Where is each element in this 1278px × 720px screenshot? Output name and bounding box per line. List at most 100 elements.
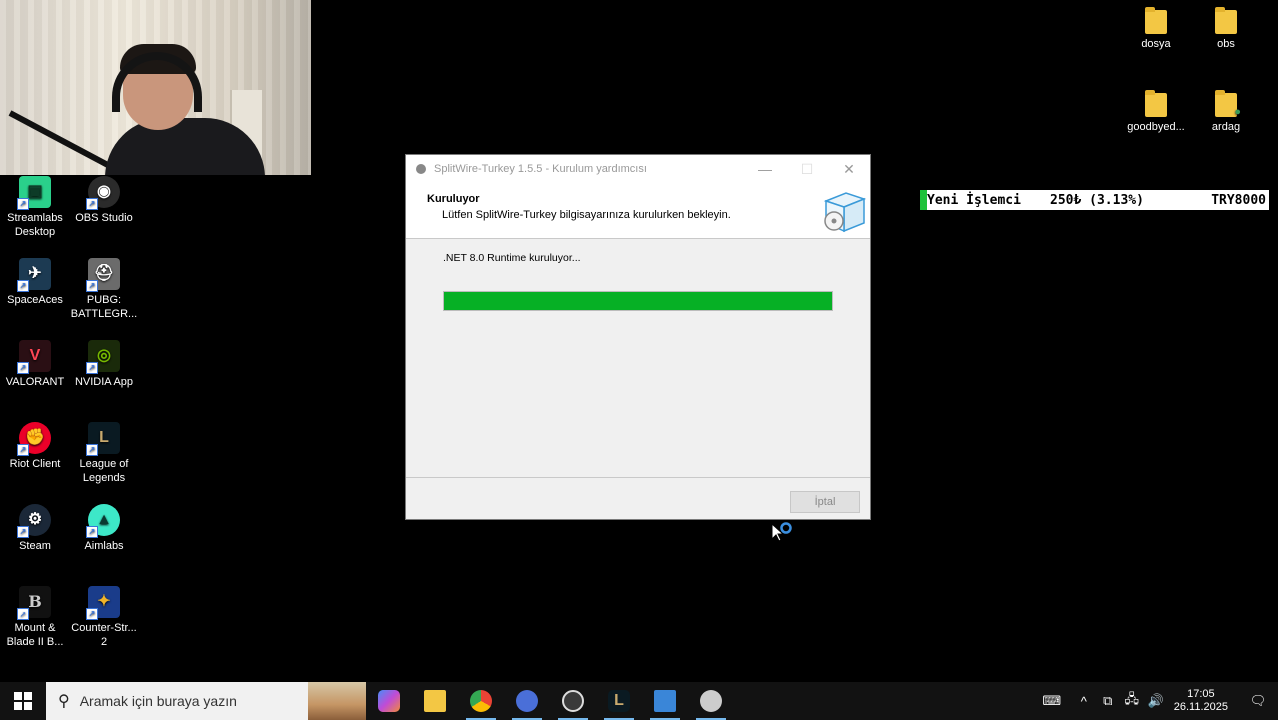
progress-fill xyxy=(444,292,832,310)
folder-icon xyxy=(1145,7,1167,34)
desktop-icon-obs[interactable]: ◉ ↗ OBS Studio xyxy=(69,176,139,225)
obs-recording-icon xyxy=(562,690,584,712)
goal-target: TRY8000 xyxy=(1211,192,1266,208)
windows-logo-icon xyxy=(14,692,32,710)
app-icon xyxy=(416,164,426,174)
volume-icon[interactable]: 🔊 xyxy=(1144,693,1168,709)
goal-name: Yeni İşlemci xyxy=(927,192,1021,208)
desktop-icon-cs2[interactable]: ✦ ↗ Counter-Str... 2 xyxy=(69,586,139,649)
system-tray: ⌨ ^ ⧉ 🖧 🔊 17:05 26.11.2025 🗨 xyxy=(1032,682,1278,720)
notification-icon[interactable]: 🗨 xyxy=(1238,693,1278,709)
steam-icon: ⚙ ↗ xyxy=(17,504,51,538)
taskbar-search-box[interactable]: ⚲ Aramak için buraya yazın xyxy=(46,682,366,720)
goal-progress-fill xyxy=(920,190,927,210)
installer-window[interactable]: SplitWire-Turkey 1.5.5 - Kurulum yardımc… xyxy=(405,154,871,542)
install-status-text: .NET 8.0 Runtime kuruluyor... xyxy=(443,252,581,264)
desktop-icon-label: obs xyxy=(1217,38,1235,50)
title-bar[interactable]: SplitWire-Turkey 1.5.5 - Kurulum yardımc… xyxy=(406,155,870,183)
desktop-icon-league[interactable]: L ↗ League of Legends xyxy=(69,422,139,485)
cs2-icon: ✦ ↗ xyxy=(86,586,120,620)
desktop-icon-bannerlord[interactable]: B ↗ Mount & Blade II B... xyxy=(0,586,70,649)
chevron-up-icon[interactable]: ^ xyxy=(1072,694,1096,709)
chrome-icon xyxy=(470,690,492,712)
maximize-button[interactable]: ☐ xyxy=(786,161,828,178)
clock-date: 26.11.2025 xyxy=(1173,701,1228,713)
step-heading: Kuruluyor xyxy=(427,193,480,205)
riot-icon: ✊ ↗ xyxy=(17,422,51,456)
desktop-icon-label: League of Legends xyxy=(79,458,129,484)
webcam-overlay xyxy=(0,0,311,175)
desktop-icon-label: VALORANT xyxy=(5,376,65,388)
desktop-icon-spaceaces[interactable]: ✈ ↗ SpaceAces xyxy=(0,258,70,307)
desktop-icon-streamlabs[interactable]: ▣ ↗ Streamlabs Desktop xyxy=(0,176,70,239)
desktop-folder-obs[interactable]: obs xyxy=(1191,7,1261,51)
window-title: SplitWire-Turkey 1.5.5 - Kurulum yardımc… xyxy=(434,163,647,175)
desktop-icon-aimlabs[interactable]: ▲ ↗ Aimlabs xyxy=(69,504,139,553)
valorant-icon: V ↗ xyxy=(17,340,51,374)
file-explorer-icon xyxy=(424,690,446,712)
cancel-button[interactable]: İptal xyxy=(790,491,860,513)
busy-cursor-icon xyxy=(771,522,792,542)
app-circle-icon xyxy=(516,690,538,712)
network-icon[interactable]: 🖧 xyxy=(1120,690,1144,712)
desktop-icon-label: Mount & Blade II B... xyxy=(6,622,64,648)
search-icon: ⚲ xyxy=(58,693,70,710)
donation-goal-ticker: Yeni İşlemci 250₺ (3.13%) TRY8000 xyxy=(920,190,1269,210)
league-icon: L ↗ xyxy=(86,422,120,456)
desktop-icon-nvidia[interactable]: ◎ ↗ NVIDIA App xyxy=(69,340,139,389)
pubg-icon: ⛑ ↗ xyxy=(86,258,120,292)
desktop-icon-label: dosya xyxy=(1141,38,1171,50)
clock[interactable]: 17:05 26.11.2025 xyxy=(1174,688,1228,714)
spaceaces-icon: ✈ ↗ xyxy=(17,258,51,292)
taskbar-league[interactable]: L xyxy=(596,682,642,720)
taskbar-window-app[interactable] xyxy=(642,682,688,720)
folder-icon xyxy=(1215,7,1237,34)
window-app-icon xyxy=(654,690,676,712)
goal-amount: 250₺ (3.13%) xyxy=(1050,192,1144,208)
nvidia-icon: ◎ ↗ xyxy=(86,340,120,374)
desktop-icon-pubg[interactable]: ⛑ ↗ PUBG: BATTLEGR... xyxy=(69,258,139,321)
desktop-icon-label: Steam xyxy=(19,540,51,552)
desktop-folder-dosya[interactable]: dosya xyxy=(1121,7,1191,51)
desktop-icon-label: Aimlabs xyxy=(84,540,124,552)
desktop-folder-ardag[interactable]: ● ardag xyxy=(1191,90,1261,134)
league-icon: L xyxy=(608,690,630,712)
step-description: Lütfen SplitWire-Turkey bilgisayarınıza … xyxy=(442,209,731,221)
obs-icon: ◉ ↗ xyxy=(86,176,120,210)
desktop-icon-riot-client[interactable]: ✊ ↗ Riot Client xyxy=(0,422,70,471)
minimize-button[interactable]: — xyxy=(744,161,786,177)
desktop-icon-label: ardag xyxy=(1211,121,1241,133)
taskbar: ⚲ Aramak için buraya yazın L ⌨ ^ ⧉ 🖧 🔊 1… xyxy=(0,682,1278,720)
bannerlord-icon: B ↗ xyxy=(17,586,51,620)
copilot-icon xyxy=(378,690,400,712)
taskbar-splitwire[interactable] xyxy=(688,682,734,720)
tray-app-icon[interactable]: ⧉ xyxy=(1096,693,1120,709)
folder-icon xyxy=(1145,90,1167,117)
search-highlight-image xyxy=(308,682,366,720)
desktop-icon-label: SpaceAces xyxy=(7,294,63,306)
start-button[interactable] xyxy=(0,682,46,720)
desktop-icon-label: NVIDIA App xyxy=(74,376,134,388)
desktop-icon-label: Counter-Str... 2 xyxy=(71,622,137,648)
taskbar-file-explorer[interactable] xyxy=(412,682,458,720)
desktop-icon-label: goodbyed... xyxy=(1127,121,1185,133)
installer-footer: İptal xyxy=(406,477,870,521)
taskbar-obs[interactable] xyxy=(550,682,596,720)
desktop-icon-label: Riot Client xyxy=(9,458,61,470)
search-placeholder: Aramak için buraya yazın xyxy=(79,693,237,709)
taskbar-copilot[interactable] xyxy=(366,682,412,720)
taskbar-chrome[interactable] xyxy=(458,682,504,720)
install-progress-bar xyxy=(443,291,833,311)
keyboard-icon[interactable]: ⌨ xyxy=(1032,693,1072,709)
streamlabs-icon: ▣ ↗ xyxy=(17,176,51,210)
desktop-folder-goodbyed[interactable]: goodbyed... xyxy=(1121,90,1191,134)
taskbar-app-circle[interactable] xyxy=(504,682,550,720)
desktop-icon-steam[interactable]: ⚙ ↗ Steam xyxy=(0,504,70,553)
desktop-icon-valorant[interactable]: V ↗ VALORANT xyxy=(0,340,70,389)
installer-header: Kuruluyor Lütfen SplitWire-Turkey bilgis… xyxy=(406,183,870,239)
splitwire-icon xyxy=(700,690,722,712)
close-button[interactable]: ✕ xyxy=(828,161,870,178)
desktop-icon-label: Streamlabs Desktop xyxy=(7,212,63,238)
aimlabs-icon: ▲ ↗ xyxy=(86,504,120,538)
desktop-icon-label: PUBG: BATTLEGR... xyxy=(70,294,138,320)
